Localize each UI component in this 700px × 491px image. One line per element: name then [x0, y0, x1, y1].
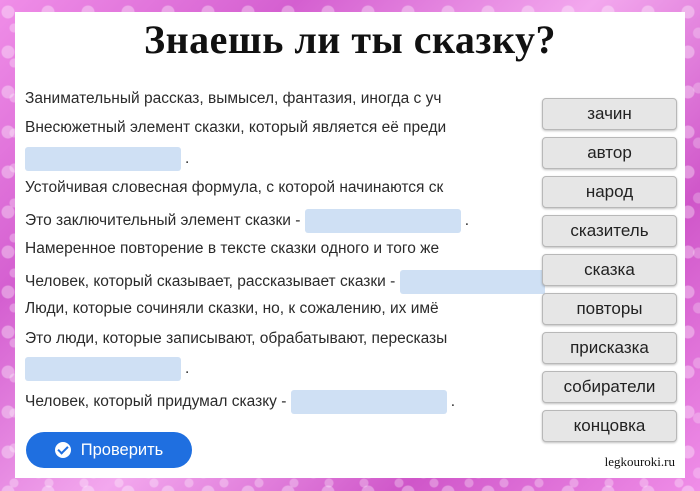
option-skazitel[interactable]: сказитель	[542, 215, 677, 247]
option-zachin[interactable]: зачин	[542, 98, 677, 130]
question-line: Человек, который придумал сказку - .	[25, 390, 455, 414]
answer-blank[interactable]	[25, 147, 181, 171]
option-sobirateli[interactable]: собиратели	[542, 371, 677, 403]
option-skazka[interactable]: сказка	[542, 254, 677, 286]
question-line: .	[25, 357, 189, 381]
questions-area: Занимательный рассказ, вымысел, фантазия…	[25, 90, 545, 420]
answer-blank[interactable]	[399, 270, 545, 294]
question-line: Занимательный рассказ, вымысел, фантазия…	[25, 90, 442, 107]
answer-blank[interactable]	[290, 390, 447, 414]
question-line: Это люди, которые записывают, обрабатыва…	[25, 330, 448, 347]
question-line: Внесюжетный элемент сказки, который явля…	[25, 119, 447, 136]
option-avtor[interactable]: автор	[542, 137, 677, 169]
option-narod[interactable]: народ	[542, 176, 677, 208]
option-kontsovka[interactable]: концовка	[542, 410, 677, 442]
option-priskazka[interactable]: присказка	[542, 332, 677, 364]
check-button[interactable]: Проверить	[26, 432, 192, 468]
option-povtory[interactable]: повторы	[542, 293, 677, 325]
answer-blank[interactable]	[304, 209, 461, 233]
question-line: Намеренное повторение в тексте сказки од…	[25, 240, 440, 257]
answer-blank[interactable]	[25, 357, 181, 381]
site-watermark: legkouroki.ru	[604, 454, 675, 469]
quiz-panel: Знаешь ли ты сказку? Занимательный расск…	[15, 12, 685, 478]
question-line: Человек, который сказывает, рассказывает…	[25, 270, 545, 294]
page-title: Знаешь ли ты сказку?	[144, 17, 556, 62]
question-line: Это заключительный элемент сказки - .	[25, 209, 469, 233]
question-line: Люди, которые сочиняли сказки, но, к сож…	[25, 300, 439, 317]
question-line: Устойчивая словесная формула, с которой …	[25, 179, 444, 196]
question-line: .	[25, 147, 189, 171]
check-circle-icon	[54, 442, 71, 458]
